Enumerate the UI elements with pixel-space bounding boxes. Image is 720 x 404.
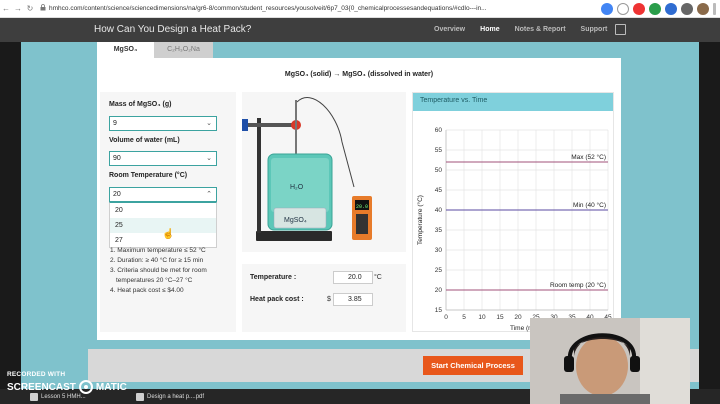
thermometer-reading: 20.0 [356,204,368,210]
thermometer-keypad [356,214,368,234]
cost-readout: 3.85 [333,293,373,306]
criteria-item: 3. Criteria should be met for room [110,267,207,274]
browser-extensions [597,3,716,15]
document-icon [30,393,38,401]
y-tick-label: 60 [435,127,443,134]
star-icon[interactable] [617,3,629,15]
criteria-list: 1. Maximum temperature ≤ 52 °C 2. Durati… [110,246,207,296]
y-tick-label: 30 [435,247,443,254]
stand-rod [257,118,261,233]
chevron-down-icon: ⌄ [206,155,212,162]
taskbar-item-label: Design a heat p....pdf [147,394,205,400]
record-icon [78,380,93,394]
google-icon[interactable] [601,3,613,15]
x-tick-label: 0 [444,314,448,321]
room-temp-dropdown: 20 25 27 [109,202,217,248]
chevron-down-icon: ⌄ [206,120,212,127]
app-header: How Can You Design a Heat Pack? Overview… [0,18,720,42]
dropdown-option[interactable]: 20 [110,203,216,218]
water-value: 90 [113,155,121,162]
x-tick-label: 20 [514,314,522,321]
tab-mgso4[interactable]: MgSO₄ [97,42,154,58]
clamp-arm [248,123,292,127]
app-nav: Overview Home Notes & Report Support [434,26,622,33]
nav-notes-report[interactable]: Notes & Report [515,26,566,33]
temperature-readout: 20.0 [333,271,373,284]
watermark-brand-left: SCREENCAST [7,381,76,393]
edit-icon[interactable] [615,24,626,35]
back-icon[interactable]: ← [0,4,12,13]
y-tick-label: 35 [435,227,443,234]
water-label: Volume of water (mL) [109,137,180,144]
room-temp-label: Room Temperature (°C) [109,172,188,179]
reference-line-label: Max (52 °C) [571,153,606,161]
reload-icon[interactable]: ↻ [24,4,36,13]
lock-icon [40,4,46,13]
hand-cursor-icon: ☝ [162,229,175,240]
extension-icon-2[interactable] [649,3,661,15]
tab-sodium-acetate[interactable]: C₂H₃O₂Na [154,42,213,58]
apparatus-illustration: H₂O MgSO₄ 20.0 [242,97,372,241]
y-tick-label: 50 [435,167,443,174]
webcam-overlay [530,318,690,404]
avatar[interactable] [697,3,709,15]
chevron-up-icon: ⌃ [206,191,212,198]
temperature-unit: °C [374,274,382,281]
watermark-brand-right: MATIC [95,381,127,393]
reference-line-label: Min (40 °C) [573,201,606,209]
reference-line-label: Room temp (20 °C) [550,281,606,289]
browser-address-bar: ← → ↻ hmhco.com/content/science/scienced… [0,0,720,18]
taskbar-item-label: Lesson 5 HMH... [41,394,86,400]
y-tick-label: 45 [435,187,443,194]
y-tick-label: 25 [435,267,443,274]
mass-select[interactable]: 9 ⌄ [109,116,217,131]
criteria-item: 1. Maximum temperature ≤ 52 °C [110,247,206,254]
nav-overview[interactable]: Overview [434,26,465,33]
mass-label: Mass of MgSO₄ (g) [109,101,172,108]
criteria-item: 2. Duration: ≥ 40 °C for ≥ 15 min [110,257,204,264]
clamp-knob [242,119,248,131]
forward-icon[interactable]: → [12,4,24,13]
x-tick-label: 5 [462,314,466,321]
temperature-chart: 15202530354045505560051015202530354045Ma… [416,127,612,332]
y-axis-label: Temperature (°C) [416,195,424,245]
room-temp-select[interactable]: 20 ⌃ [109,187,217,202]
salt-label: MgSO₄ [284,217,307,224]
nav-support[interactable]: Support [581,26,608,33]
watermark-recorded: RECORDED WITH [7,371,66,378]
water-label: H₂O [290,184,304,191]
stand-base [256,231,332,241]
reaction-equation: MgSO₄ (solid) → MgSO₄ (dissolved in wate… [284,71,434,78]
menu-icon[interactable] [713,3,716,15]
chart-title: Temperature vs. Time [413,93,613,111]
mass-value: 9 [113,120,117,127]
extension-icon-3[interactable] [665,3,677,15]
y-tick-label: 55 [435,147,443,154]
y-tick-label: 15 [435,307,443,314]
criteria-item: temperatures 20 °C–27 °C [116,277,193,284]
x-tick-label: 10 [478,314,486,321]
y-tick-label: 20 [435,287,443,294]
cost-label: Heat pack cost : [250,296,304,303]
extension-icon[interactable] [633,3,645,15]
pdf-icon [136,393,144,401]
criteria-item: 4. Heat pack cost ≤ $4.00 [110,287,184,294]
nav-home[interactable]: Home [480,26,499,33]
start-process-button[interactable]: Start Chemical Process [423,356,523,375]
page-title: How Can You Design a Heat Pack? [94,24,252,35]
y-tick-label: 40 [435,207,443,214]
puzzle-icon[interactable] [681,3,693,15]
temperature-label: Temperature : [250,274,297,281]
room-temp-value: 20 [113,191,121,198]
taskbar-item[interactable]: Design a heat p....pdf [136,392,204,402]
x-tick-label: 15 [496,314,504,321]
currency-symbol: $ [327,296,331,303]
screencast-logo: SCREENCAST MATIC [7,380,127,394]
water-select[interactable]: 90 ⌄ [109,151,217,166]
url-field[interactable]: hmhco.com/content/science/sciencedimensi… [49,5,519,12]
person-video [530,318,690,404]
